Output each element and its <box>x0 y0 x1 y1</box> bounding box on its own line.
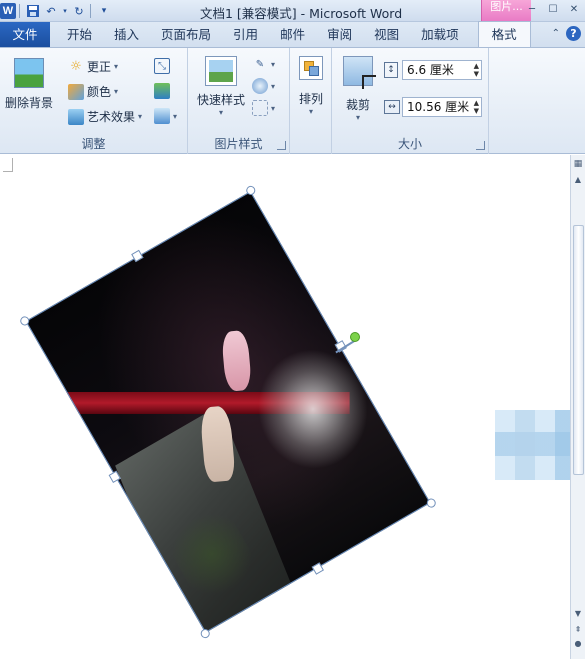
ribbon-help-controls: ⌃ ? <box>552 26 581 41</box>
picture-border-icon: ✎ <box>255 58 265 70</box>
undo-dropdown-icon[interactable]: ▾ <box>61 3 69 19</box>
shape-height-icon: ↕ <box>384 62 398 78</box>
tab-add-ins[interactable]: 加载项 <box>410 22 470 47</box>
page-corner-mark <box>3 158 13 172</box>
color-icon <box>68 83 84 100</box>
width-spinner[interactable]: ▲ ▼ <box>474 99 479 115</box>
group-picture-styles: 快速样式 ▾ ✎ ▾ ▾ ▾ 图片样式 <box>188 48 290 154</box>
help-icon[interactable]: ? <box>566 26 581 41</box>
tab-page-layout[interactable]: 页面布局 <box>150 22 222 47</box>
picture-layout-icon <box>252 100 268 116</box>
previous-page-icon[interactable]: ⇞ <box>571 623 585 637</box>
shape-width-icon: ↔ <box>384 100 400 114</box>
ruler-toggle-icon[interactable]: ▦ <box>571 157 585 171</box>
quick-access-toolbar: W ↶ ▾ ↻ ▾ <box>0 0 112 22</box>
reset-picture-button[interactable]: ▾ <box>154 108 177 124</box>
tab-format[interactable]: 格式 <box>477 21 531 47</box>
corrections-button[interactable]: ☼ 更正 ▾ <box>68 58 118 75</box>
crop-icon <box>343 56 376 89</box>
tab-insert[interactable]: 插入 <box>103 22 150 47</box>
arrange-icon <box>299 56 323 80</box>
close-icon[interactable]: ✕ <box>565 2 583 16</box>
artistic-effects-icon <box>68 108 84 125</box>
minimize-icon[interactable]: ─ <box>523 2 541 16</box>
arrange-button[interactable]: 排列 ▾ <box>294 56 328 116</box>
picture-styles-dialog-launcher[interactable] <box>277 141 286 150</box>
ribbon-tabs: 文件 开始 插入 页面布局 引用 邮件 审阅 视图 加载项 格式 <box>0 21 585 48</box>
tab-review[interactable]: 审阅 <box>316 22 363 47</box>
group-adjust: 删除背景 ☼ 更正 ▾ 颜色 ▾ 艺术效果 ▾ ⤡ ▾ 调整 <box>0 48 188 154</box>
shape-height-input[interactable]: 6.6 厘米 ▲ ▼ <box>402 60 482 80</box>
vertical-scrollbar[interactable]: ▦ ▲ ▼ ⇞ ● <box>570 155 585 659</box>
group-size: 裁剪 ▾ ↕ 6.6 厘米 ▲ ▼ ↔ 10.56 厘米 ▲ ▼ 大小 <box>332 48 489 154</box>
tab-file[interactable]: 文件 <box>0 22 50 47</box>
scroll-up-icon[interactable]: ▲ <box>571 173 585 187</box>
maximize-icon[interactable]: ☐ <box>544 2 562 16</box>
picture-effects-icon <box>252 78 268 94</box>
save-icon[interactable] <box>25 3 41 19</box>
group-label-picture-styles: 图片样式 <box>214 137 263 151</box>
customize-toolbar-icon[interactable]: ▾ <box>96 3 112 19</box>
scrollbar-thumb[interactable] <box>573 225 584 475</box>
height-spinner[interactable]: ▲ ▼ <box>474 62 479 78</box>
corrections-icon: ☼ <box>70 59 82 74</box>
window-title: 文档1 [兼容模式] - Microsoft Word <box>200 6 403 21</box>
redo-icon[interactable]: ↻ <box>71 3 87 19</box>
picture-layout-button[interactable]: ▾ <box>252 100 275 116</box>
reset-picture-icon <box>154 108 170 124</box>
compress-pictures-button[interactable]: ⤡ <box>154 58 170 74</box>
quick-styles-button[interactable]: 快速样式 ▾ <box>194 56 248 117</box>
quick-styles-icon <box>205 56 237 86</box>
picture-border-button[interactable]: ✎ ▾ <box>252 56 275 72</box>
size-dialog-launcher[interactable] <box>476 141 485 150</box>
group-arrange: 排列 ▾ <box>290 48 332 154</box>
rotation-handle[interactable] <box>350 332 360 342</box>
color-button[interactable]: 颜色 ▾ <box>68 83 118 100</box>
remove-background-icon <box>14 58 44 88</box>
artistic-effects-button[interactable]: 艺术效果 ▾ <box>68 108 142 125</box>
minimize-ribbon-icon[interactable]: ⌃ <box>552 28 560 39</box>
shape-width-input[interactable]: 10.56 厘米 ▲ ▼ <box>402 97 482 117</box>
tab-view[interactable]: 视图 <box>363 22 410 47</box>
select-browse-object-icon[interactable]: ● <box>571 637 585 651</box>
compress-pictures-icon: ⤡ <box>154 58 170 74</box>
ribbon-panel: 删除背景 ☼ 更正 ▾ 颜色 ▾ 艺术效果 ▾ ⤡ ▾ 调整 快速样式 ▾ ✎ … <box>0 48 585 154</box>
change-picture-button[interactable] <box>154 83 170 99</box>
group-label-size: 大小 <box>397 137 422 151</box>
tab-mailings[interactable]: 邮件 <box>269 22 316 47</box>
blurred-watermark <box>495 410 575 480</box>
window-controls: ─ ☐ ✕ <box>523 2 583 16</box>
word-app-icon[interactable]: W <box>0 3 16 19</box>
scroll-down-icon[interactable]: ▼ <box>571 607 585 621</box>
title-bar: W ↶ ▾ ↻ ▾ 文档1 [兼容模式] - Microsoft Word 图片… <box>0 0 585 22</box>
undo-icon[interactable]: ↶ <box>43 3 59 19</box>
remove-background-button[interactable]: 删除背景 <box>2 58 56 111</box>
picture-effects-button[interactable]: ▾ <box>252 78 275 94</box>
group-label-adjust: 调整 <box>81 137 106 151</box>
crop-button[interactable]: 裁剪 ▾ <box>338 56 378 122</box>
tab-references[interactable]: 引用 <box>222 22 269 47</box>
change-picture-icon <box>154 83 170 99</box>
tab-home[interactable]: 开始 <box>56 22 103 47</box>
